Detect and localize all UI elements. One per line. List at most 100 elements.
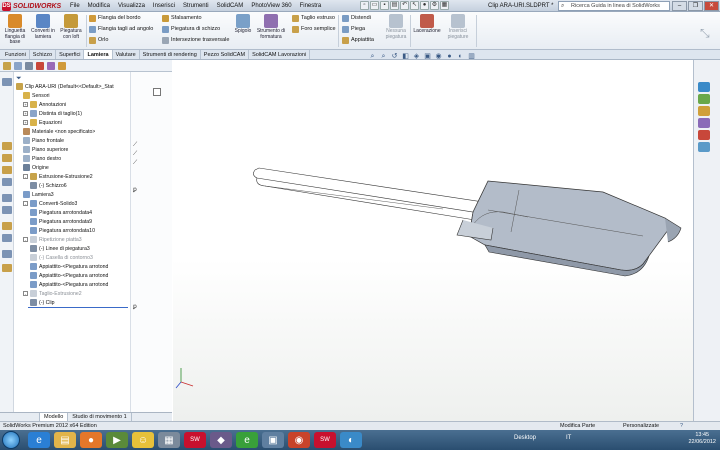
- folder-icon[interactable]: ▤: [54, 432, 76, 448]
- part-model[interactable]: [173, 60, 693, 421]
- expander-icon[interactable]: -: [23, 237, 28, 242]
- design-library-icon[interactable]: [698, 94, 710, 104]
- unfold-button[interactable]: Distendi: [342, 15, 374, 22]
- tree-item[interactable]: (-) Schizzo6: [30, 181, 67, 190]
- menu-item-visualizza[interactable]: Visualizza: [114, 0, 149, 12]
- solidworks-icon[interactable]: SW: [184, 432, 206, 448]
- print-icon[interactable]: ▤: [390, 1, 399, 10]
- rollback-bar[interactable]: [28, 307, 128, 308]
- tools-icon[interactable]: ▣: [262, 432, 284, 448]
- help-search-input[interactable]: ⌕ Ricerca Guida in linea di SolidWorks: [558, 1, 670, 11]
- tree-item[interactable]: - Estrusione-Estrusione2: [23, 172, 93, 181]
- view-palette-icon[interactable]: [698, 118, 710, 128]
- plane-hidden-icon[interactable]: ⟋: [133, 142, 141, 149]
- tab-pezzo-solidcam[interactable]: Pezzo SolidCAM: [201, 50, 250, 59]
- menu-item-file[interactable]: File: [66, 0, 84, 12]
- menu-item-inserisci[interactable]: Inserisci: [149, 0, 179, 12]
- rip-button[interactable]: Lacerazione: [412, 14, 442, 35]
- miter-flange-button[interactable]: Flangia tagli ad angolo: [89, 26, 153, 33]
- tab-lamiera[interactable]: Lamiera: [84, 50, 113, 59]
- forming-side-icon[interactable]: [2, 250, 12, 258]
- property-manager-icon[interactable]: [14, 61, 22, 70]
- tree-item[interactable]: Appiattito-<Piegatura arrotond: [30, 280, 108, 289]
- tree-item[interactable]: Origine: [23, 163, 49, 172]
- app-icon[interactable]: ◆: [210, 432, 232, 448]
- dimxpert-icon[interactable]: [36, 61, 44, 70]
- solidworks-logo[interactable]: DS SOLIDWORKS: [2, 1, 61, 11]
- expand-checkbox[interactable]: [153, 88, 161, 96]
- file-props-icon[interactable]: ▦: [440, 1, 449, 10]
- expander-icon[interactable]: -: [23, 174, 28, 179]
- menu-item-photoview-360[interactable]: PhotoView 360: [247, 0, 295, 12]
- tree-item[interactable]: (-) Linee di piegatura3: [30, 244, 90, 253]
- save-icon[interactable]: ▪: [380, 1, 389, 10]
- open-icon[interactable]: ▭: [370, 1, 379, 10]
- cross-break-button[interactable]: Intersezione trasversale: [162, 37, 229, 44]
- sketch-bend-side-icon[interactable]: [2, 194, 12, 202]
- tree-item[interactable]: Piano superiore: [23, 145, 68, 154]
- tree-item[interactable]: Appiattito-<Piegatura arrotond: [30, 262, 108, 271]
- tree-item[interactable]: - Ripetizione piatta3: [23, 235, 82, 244]
- minimize-button[interactable]: –: [672, 1, 687, 11]
- sketch-mark-icon[interactable]: ꝑ: [133, 187, 141, 194]
- corners-button[interactable]: Spigolo: [232, 14, 254, 35]
- firefox-icon[interactable]: ●: [80, 432, 102, 448]
- ribbon-pin-icon[interactable]: ⤡: [700, 26, 710, 41]
- appearances-icon[interactable]: [698, 130, 710, 140]
- rebuild-icon[interactable]: ●: [420, 1, 429, 10]
- simple-hole-button[interactable]: Foro semplice: [292, 26, 336, 33]
- resources-icon[interactable]: [698, 82, 710, 92]
- tree-item[interactable]: Piegatura arrotondata9: [30, 217, 92, 226]
- tree-item[interactable]: Clip ARA-URI (Default<<Default>_Stat: [16, 82, 114, 91]
- display-manager-icon[interactable]: [47, 61, 55, 70]
- close-button[interactable]: ✕: [704, 1, 719, 11]
- restore-button[interactable]: ❐: [688, 1, 703, 11]
- tab-model[interactable]: Modello: [40, 413, 69, 421]
- menu-item-finestra[interactable]: Finestra: [296, 0, 326, 12]
- edge-flange-side-icon[interactable]: [2, 142, 12, 150]
- undo-icon[interactable]: ↶: [400, 1, 409, 10]
- tree-item[interactable]: + Annotazioni: [23, 100, 66, 109]
- tree-item[interactable]: Piegatura arrotondata10: [30, 226, 95, 235]
- expander-icon[interactable]: +: [23, 120, 28, 125]
- convert-to-sheet-metal-button[interactable]: Converti in lamiera: [30, 14, 56, 40]
- forming-tool-button[interactable]: Strumento di formatura: [256, 14, 286, 40]
- ie-icon[interactable]: e: [28, 432, 50, 448]
- tree-item[interactable]: Sensori: [23, 91, 50, 100]
- start-button[interactable]: [2, 431, 20, 449]
- lofted-bend-button[interactable]: Piegatura con loft: [57, 14, 85, 40]
- tree-item[interactable]: - Taglio-Estrusione2: [23, 289, 82, 298]
- solidcam-manager-icon[interactable]: [58, 61, 66, 70]
- options-icon[interactable]: ⚙: [430, 1, 439, 10]
- tree-item[interactable]: Piano destro: [23, 154, 61, 163]
- tab-funzioni[interactable]: Funzioni: [2, 50, 30, 59]
- plane-hidden-icon[interactable]: ⟋: [133, 160, 141, 167]
- tree-item[interactable]: - Converti-Solido3: [23, 199, 77, 208]
- custom-props-icon[interactable]: [698, 142, 710, 152]
- fold-button[interactable]: Piega: [342, 26, 374, 33]
- corner-side-icon[interactable]: [2, 222, 12, 230]
- insert-bends-button[interactable]: Inserisci piegature: [444, 14, 472, 40]
- status-units[interactable]: Personalizzate: [623, 422, 659, 430]
- no-bends-button[interactable]: Nessuna piegatura: [382, 14, 410, 40]
- tree-item[interactable]: Piano frontale: [23, 136, 64, 145]
- new-icon[interactable]: ▫: [360, 1, 369, 10]
- configuration-manager-icon[interactable]: [25, 61, 33, 70]
- plane-hidden-icon[interactable]: ⟋: [133, 151, 141, 158]
- tree-item[interactable]: + Equazioni: [23, 118, 62, 127]
- edge-flange-button[interactable]: Flangia del bordo: [89, 15, 153, 22]
- tree-item[interactable]: (-) Clip: [30, 298, 55, 307]
- base-flange-button[interactable]: Linguetta flangia di base: [2, 14, 28, 46]
- help-icon[interactable]: ?: [680, 422, 683, 430]
- tree-item[interactable]: (-) Casella di contorno3: [30, 253, 93, 262]
- feature-manager-icon[interactable]: [3, 61, 11, 70]
- tree-item[interactable]: + Distinta di taglio(1): [23, 109, 82, 118]
- sketch-mark-icon[interactable]: ꝑ: [133, 304, 141, 311]
- tab-valutare[interactable]: Valutare: [113, 50, 140, 59]
- expander-icon[interactable]: +: [23, 102, 28, 107]
- expander-icon[interactable]: -: [23, 291, 28, 296]
- media-icon[interactable]: ▶: [106, 432, 128, 448]
- edge-icon[interactable]: e: [236, 432, 258, 448]
- expander-icon[interactable]: -: [23, 201, 28, 206]
- extruded-cut-button[interactable]: Taglio estruso: [292, 15, 336, 22]
